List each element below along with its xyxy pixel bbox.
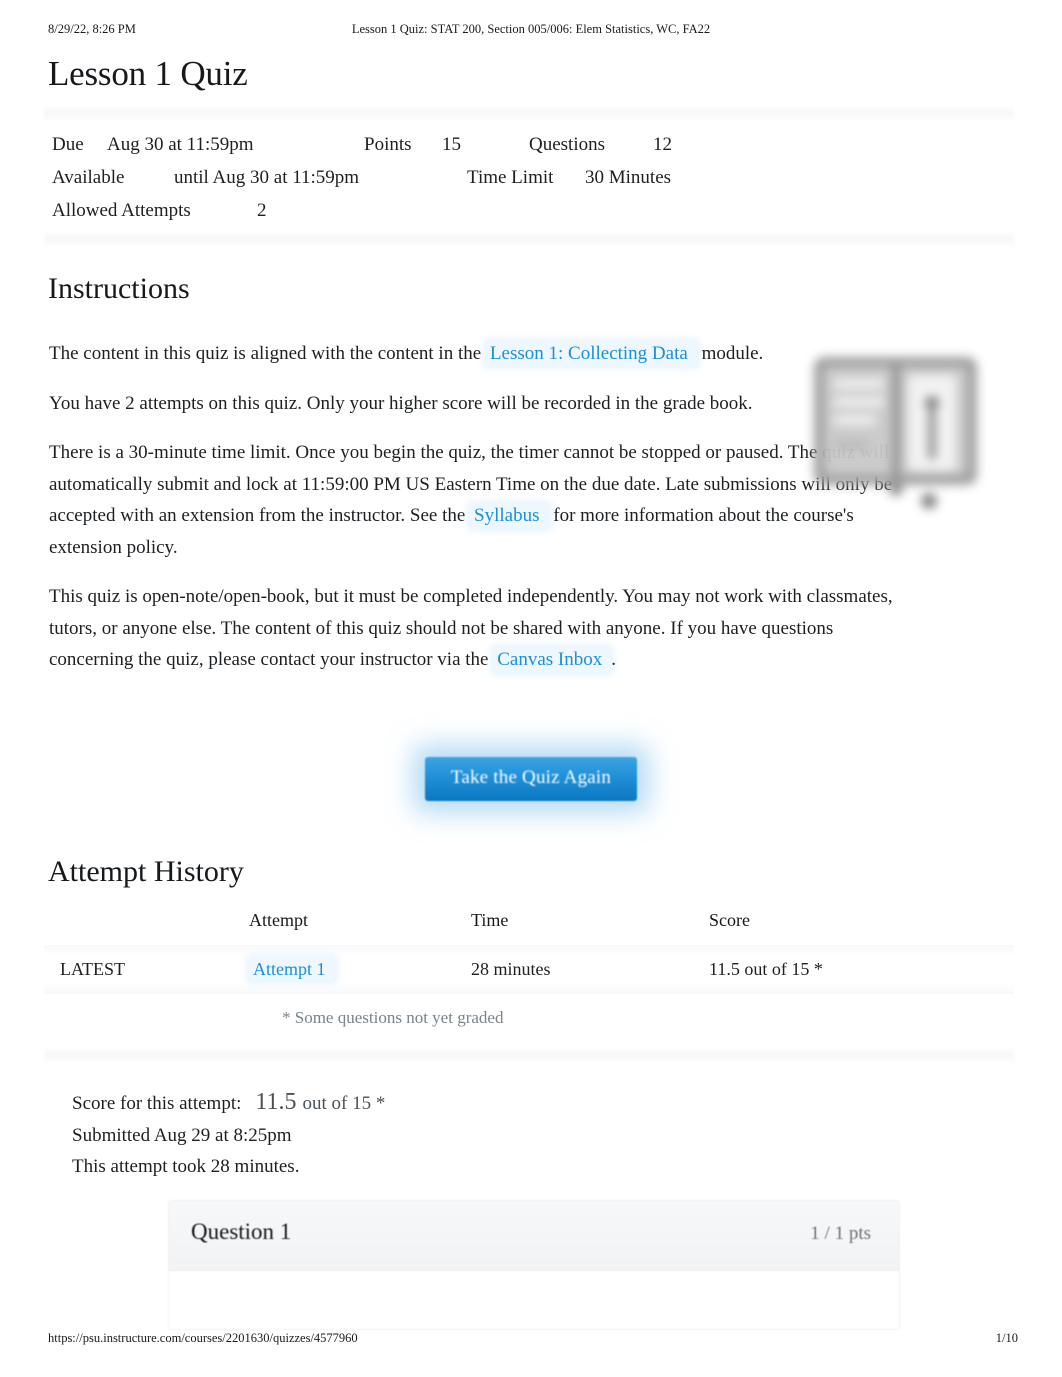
score-summary-block: Score for this attempt: 11.5 out of 15 * S…: [72, 1087, 872, 1183]
attempt-1-link[interactable]: Attempt 1: [249, 958, 335, 981]
instructions-paragraph-1: The content in this quiz is aligned with…: [49, 338, 909, 370]
due-label: Due: [52, 134, 84, 155]
quiz-meta-bottom-divider: [44, 232, 1014, 246]
quiz-meta-top-divider: [44, 106, 1014, 120]
quiz-meta-row-3: Allowed Attempts 2: [52, 194, 992, 227]
instructions-p1-after: module.: [701, 343, 764, 364]
points-label: Points: [364, 134, 412, 155]
allowed-attempts-label: Allowed Attempts: [52, 200, 191, 221]
score-value: 11.5: [255, 1089, 297, 1115]
instructions-p4-after: .: [611, 649, 616, 670]
score-label: Score for this attempt:: [72, 1093, 242, 1114]
time-limit-value: 30 Minutes: [585, 167, 672, 188]
ungraded-footnote: * Some questions not yet graded: [282, 1008, 504, 1027]
score-summary-top-divider: [44, 1048, 1014, 1062]
instructions-paragraph-2: You have 2 attempts on this quiz. Only y…: [49, 392, 753, 414]
submitted-line: Submitted Aug 29 at 8:25pm: [72, 1124, 292, 1146]
row-score-cell: 11.5 out of 15 *: [709, 945, 1014, 994]
print-header: 8/29/22, 8:26 PM Lesson 1 Quiz: STAT 200…: [0, 22, 1062, 42]
instructions-p1-before: The content in this quiz is aligned with…: [49, 343, 482, 364]
allowed-attempts-value: 2: [257, 200, 267, 221]
row-kept-badge: LATEST: [44, 945, 249, 994]
column-header-score: Score: [709, 910, 750, 930]
canvas-inbox-link[interactable]: Canvas Inbox: [493, 648, 612, 672]
attempt-history-heading: Attempt History: [48, 855, 244, 888]
score-out-of: out of 15 *: [302, 1093, 386, 1114]
due-value: Aug 30 at 11:59pm: [107, 134, 254, 155]
attempt-history-header-row: Attempt Time Score: [44, 905, 1014, 945]
quiz-meta-block: Due Aug 30 at 11:59pm Points 15 Question…: [52, 128, 992, 227]
column-header-kept: [44, 905, 249, 945]
question-points: 1 / 1 pts: [810, 1223, 871, 1244]
available-value: until Aug 30 at 11:59pm: [174, 167, 360, 188]
print-footer-url: https://psu.instructure.com/courses/2201…: [48, 1331, 358, 1345]
question-body: [169, 1271, 899, 1329]
attempt-history-tbody: LATEST Attempt 1 28 minutes 11.5 out of …: [44, 945, 1014, 994]
page-title: Lesson 1 Quiz: [48, 54, 248, 93]
question-card: Question 1 1 / 1 pts: [168, 1200, 900, 1330]
score-for-attempt-line: Score for this attempt: 11.5 out of 15 *: [72, 1087, 872, 1120]
attempt-duration-line: This attempt took 28 minutes.: [72, 1156, 300, 1177]
available-label: Available: [52, 167, 125, 188]
cta-container: Take the Quiz Again: [0, 757, 1062, 801]
instructions-paragraph-3: There is a 30-minute time limit. Once yo…: [49, 437, 909, 563]
open-book-image: [808, 345, 983, 515]
instructions-p4-before: This quiz is open-note/open-book, but it…: [49, 586, 893, 670]
time-limit-label: Time Limit: [467, 167, 554, 188]
syllabus-link[interactable]: Syllabus: [470, 504, 549, 528]
take-quiz-again-button[interactable]: Take the Quiz Again: [424, 757, 638, 801]
column-header-attempt: Attempt: [249, 910, 308, 930]
attempt-history-table: Attempt Time Score LATEST Attempt 1 28 m…: [44, 905, 1014, 994]
table-row: LATEST Attempt 1 28 minutes 11.5 out of …: [44, 945, 1014, 994]
print-footer-page-number: 1/10: [995, 1331, 1018, 1345]
questions-value: 12: [653, 134, 672, 155]
print-footer: https://psu.instructure.com/courses/2201…: [0, 1331, 1062, 1349]
instructions-body: The content in this quiz is aligned with…: [49, 338, 909, 694]
questions-label: Questions: [529, 134, 605, 155]
question-header: Question 1 1 / 1 pts: [169, 1201, 899, 1271]
print-header-title: Lesson 1 Quiz: STAT 200, Section 005/006…: [351, 22, 711, 36]
instructions-paragraph-4: This quiz is open-note/open-book, but it…: [49, 581, 909, 676]
attempt-history-thead: Attempt Time Score: [44, 905, 1014, 945]
points-value: 15: [442, 134, 461, 155]
instructions-heading: Instructions: [48, 272, 190, 305]
lesson-1-collecting-data-link[interactable]: Lesson 1: Collecting Data: [485, 342, 697, 366]
row-time-cell: 28 minutes: [471, 945, 709, 994]
row-attempt-cell: Attempt 1: [249, 945, 471, 994]
column-header-time: Time: [471, 910, 509, 930]
question-title: Question 1: [191, 1219, 292, 1244]
quiz-meta-row-1: Due Aug 30 at 11:59pm Points 15 Question…: [52, 128, 992, 161]
quiz-meta-row-2: Available until Aug 30 at 11:59pm Time L…: [52, 161, 992, 194]
